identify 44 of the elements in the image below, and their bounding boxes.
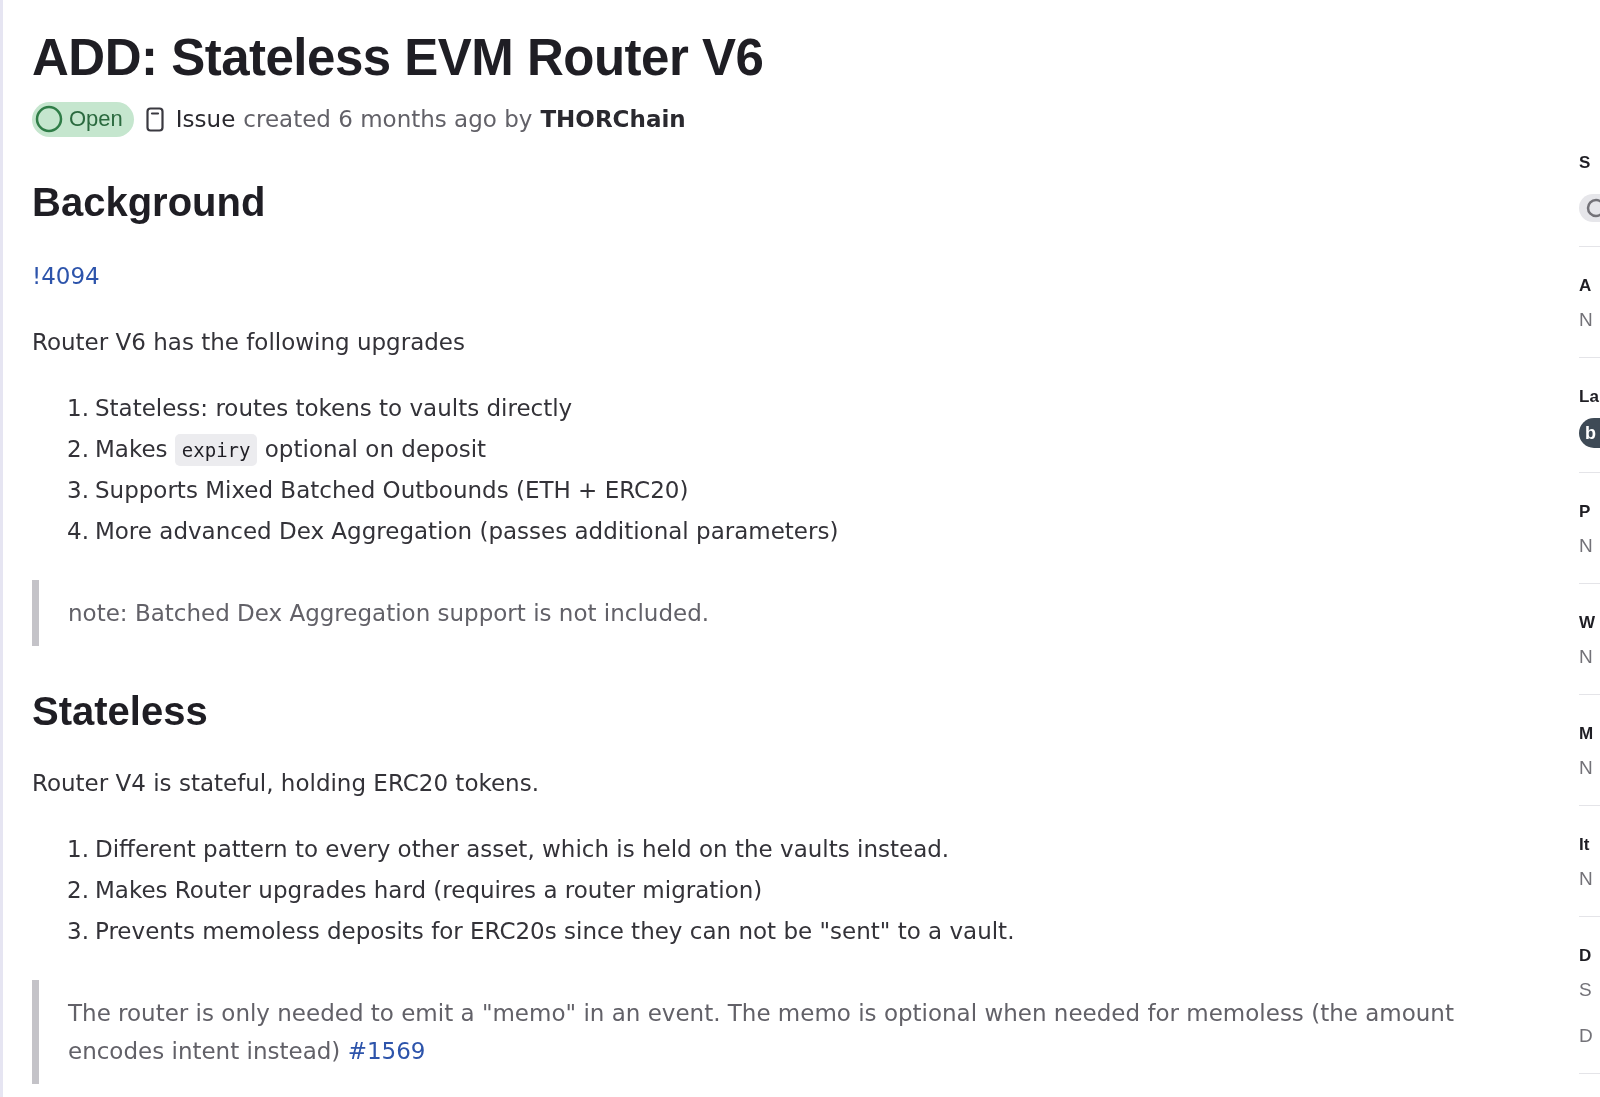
sidebar-value: D [1579,1024,1594,1048]
list-number: 3. [67,476,89,503]
sidebar-label: A [1579,275,1593,297]
created-text: created 6 months ago by [243,106,533,132]
list-item-text: Makes Router upgrades hard (requires a router migration) [94,876,763,903]
issue-title: ADD: Stateless EVM Router V6 [32,28,765,88]
sidebar-value: N [1579,756,1594,780]
sidebar-label: D [1579,945,1593,967]
list-item-text: Supports Mixed Batched Outbounds (ETH + ERC20) [94,476,689,503]
quote-text: The router is only needed to emit a "memo" in an event. The memo is optional when needed for memoless (the amount encodes intent instead) #1569 [68,999,1455,1066]
sidebar-label: M [1579,723,1595,745]
list-item-text: Prevents memoless deposits for ERC20s since they can not be "sent" to a vault. [94,917,1015,944]
issue-type-text: Issue [175,106,236,132]
list-item-text: More advanced Dex Aggregation (passes additional parameters) [94,517,839,544]
sidebar-label: W [1579,612,1597,634]
document-icon [145,106,164,132]
sidebar-value: N [1579,867,1594,891]
section-heading: Background [32,179,267,226]
quote-text: note: Batched Dex Aggregation support is not included. [68,599,711,628]
list-number: 4. [67,517,89,544]
sidebar-label: P [1579,501,1592,523]
list-number: 1. [67,835,89,862]
author-name[interactable]: THORChain [540,106,686,132]
sidebar-value: N [1579,534,1594,558]
paragraph: Router V6 has the following upgrades [32,328,466,357]
list-number: 2. [67,435,89,462]
list-item-text: Stateless: routes tokens to vaults directly [94,394,573,421]
sidebar-value: N [1579,308,1594,332]
status-label: Open [69,106,123,132]
section-heading: Stateless [32,688,209,735]
merge-request-link[interactable]: !4094 [32,258,100,294]
paragraph: Router V4 is stateful, holding ERC20 tokens. [32,769,540,798]
sidebar-label: S [1579,152,1592,174]
list-number: 2. [67,876,89,903]
label-badge[interactable]: b [1579,418,1600,448]
circle-icon [35,105,63,133]
sidebar-value: S [1579,978,1593,1002]
list-number: 1. [67,394,89,421]
sidebar-label: La [1579,386,1600,408]
issue-link[interactable]: #1569 [347,1038,426,1064]
list-number: 3. [67,917,89,944]
sidebar-label: It [1579,834,1591,856]
list-item-text: Different pattern to every other asset, which is held on the vaults instead. [94,835,950,862]
sidebar-value: N [1579,645,1594,669]
